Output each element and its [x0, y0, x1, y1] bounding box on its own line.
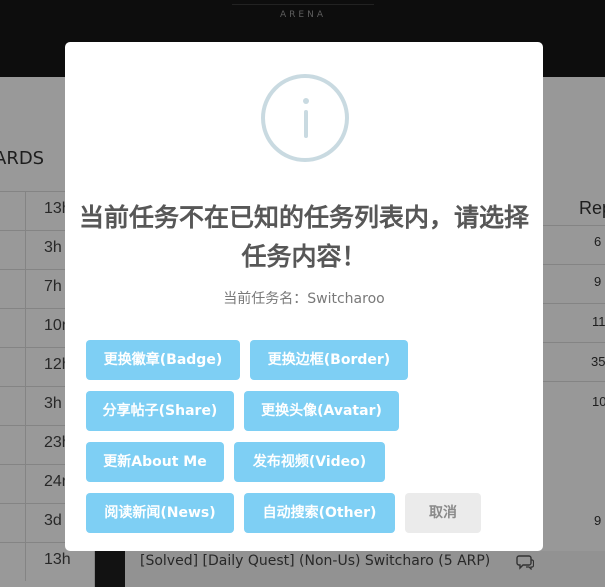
task-select-dialog: 当前任务不在已知的任务列表内，请选择任务内容！ 当前任务名：Switcharoo…	[65, 42, 543, 551]
cancel-button[interactable]: 取消	[405, 493, 481, 533]
read-news-button[interactable]: 阅读新闻(News)	[86, 493, 234, 533]
info-icon-bar	[304, 110, 308, 138]
info-icon	[261, 74, 349, 162]
current-task-name: 当前任务名：Switcharoo	[223, 291, 385, 307]
change-avatar-button[interactable]: 更换头像(Avatar)	[244, 391, 399, 431]
change-badge-button[interactable]: 更换徽章(Badge)	[86, 340, 240, 380]
update-about-me-button[interactable]: 更新About Me	[86, 442, 224, 482]
change-border-button[interactable]: 更换边框(Border)	[250, 340, 408, 380]
post-video-button[interactable]: 发布视频(Video)	[234, 442, 385, 482]
dialog-title: 当前任务不在已知的任务列表内，请选择任务内容！	[78, 203, 529, 271]
info-icon-dot	[303, 98, 309, 104]
auto-search-button[interactable]: 自动搜索(Other)	[244, 493, 395, 533]
share-post-button[interactable]: 分享帖子(Share)	[86, 391, 234, 431]
